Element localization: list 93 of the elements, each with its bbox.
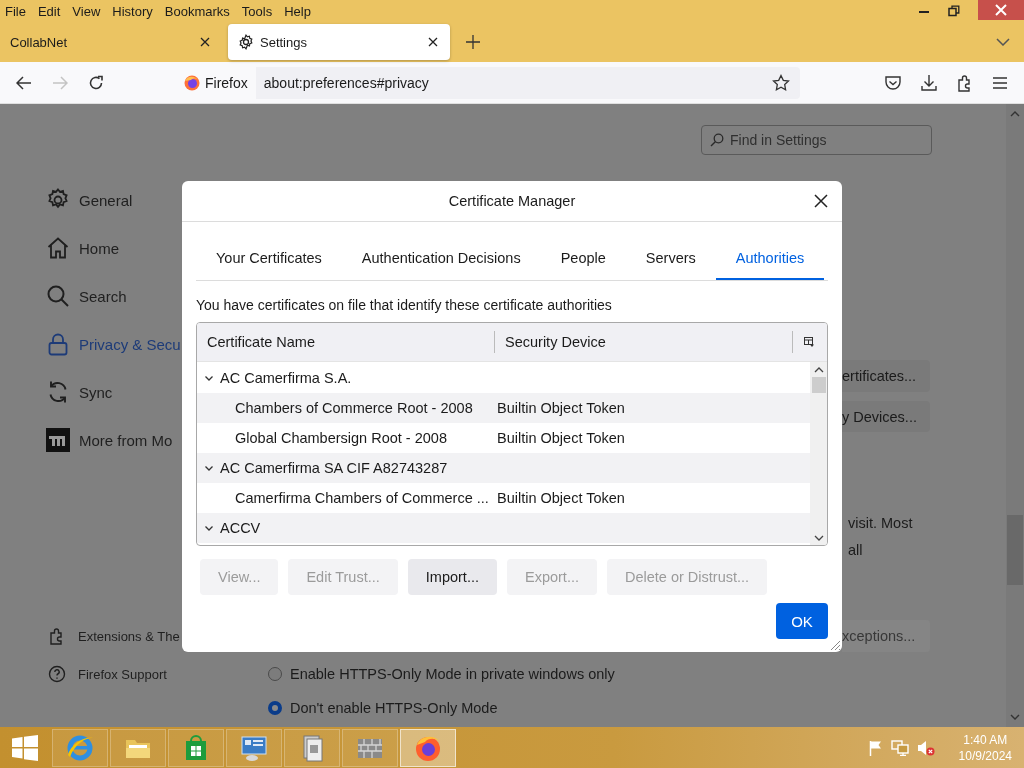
menu-item[interactable]: History (112, 3, 153, 19)
category-item[interactable]: Home (0, 224, 182, 272)
lock-icon (46, 332, 70, 356)
search-icon (710, 133, 724, 147)
taskbar-app[interactable] (400, 728, 456, 767)
menu-item[interactable]: Bookmarks (164, 3, 230, 19)
square-logo-icon (46, 428, 70, 452)
url-bar[interactable]: Firefox about:preferences#privacy (176, 66, 800, 99)
url-text: about:preferences#privacy (263, 74, 429, 91)
footer-link[interactable]: Firefox Support (0, 655, 182, 693)
network-icon[interactable] (890, 739, 909, 756)
identity-box[interactable]: Firefox (176, 66, 256, 99)
description-text: You have certificates on file that identify these certificate authorities (196, 297, 613, 314)
windows-logo-icon[interactable] (12, 734, 38, 761)
close-icon (995, 4, 1007, 16)
menu-item[interactable]: View (72, 3, 101, 19)
ok-button[interactable]: OK (776, 603, 828, 639)
settings-button[interactable]: ertificates... (842, 360, 930, 392)
reload-icon[interactable] (88, 74, 104, 91)
menu-icon[interactable] (992, 75, 1008, 90)
clock-time: 1:40 AM (963, 731, 1008, 748)
tree-row[interactable]: Chambers of Commerce Root - 2008 Builtin Object Token (197, 393, 810, 423)
radio-label: Don't enable HTTPS-Only Mode (290, 700, 498, 716)
close-button[interactable] (978, 0, 1024, 20)
column-header[interactable]: Certificate Name (197, 331, 495, 353)
tree-cell: AC Camerfirma S.A. (220, 370, 352, 386)
radio-label: Enable HTTPS-Only Mode in private windows only (290, 666, 615, 682)
menu-item[interactable]: Edit (37, 3, 61, 19)
category-item[interactable]: More from Mo (0, 416, 182, 464)
search-field[interactable]: Find in Settings (701, 125, 932, 155)
category-item[interactable]: General (0, 176, 182, 224)
dialog-tab[interactable]: Authentication Decisions (341, 238, 541, 280)
category-item[interactable]: Sync (0, 368, 182, 416)
scroll-up-icon[interactable] (813, 366, 824, 373)
column-header[interactable]: Security Device (495, 331, 793, 353)
clock-date: 10/9/2024 (958, 747, 1012, 764)
column-picker-icon[interactable] (804, 337, 814, 347)
muted-speaker-icon[interactable] (916, 739, 935, 756)
settings-button[interactable]: y Devices... (842, 400, 930, 433)
radio-button[interactable] (268, 667, 282, 681)
scroll-down-icon[interactable] (813, 535, 824, 542)
tree-cell-text: Camerfirma Chambers of Commerce ... (234, 490, 490, 506)
menu-item[interactable]: File (5, 3, 26, 19)
close-icon[interactable] (814, 194, 828, 208)
radio-button[interactable] (268, 701, 282, 715)
tree-cell: ACCV (220, 520, 261, 536)
star-icon[interactable] (772, 73, 790, 92)
dialog-title: Certificate Manager (448, 193, 576, 209)
dialog-tab[interactable]: Authorities (715, 238, 825, 280)
tree-cell-text: Chambers of Commerce Root - 2008 (234, 400, 474, 416)
new-tab-icon[interactable] (466, 35, 480, 49)
tree-row[interactable]: ACCV (197, 513, 810, 543)
close-tab-icon[interactable] (200, 37, 210, 47)
dialog-tab[interactable]: Your Certificates (196, 238, 342, 280)
back-arrow-icon[interactable] (16, 75, 32, 90)
pocket-icon[interactable] (884, 74, 902, 91)
browser-tab[interactable]: Settings (228, 24, 450, 60)
tree-cell: AC Camerfirma SA CIF A82743287 (220, 460, 448, 476)
dialog-tab[interactable]: Servers (625, 238, 716, 280)
browser-logo-icon (184, 74, 200, 91)
search-icon (46, 284, 70, 308)
tree-cell: Builtin Object Token (497, 400, 625, 416)
menu-item[interactable]: Help (284, 3, 311, 19)
scroll-thumb[interactable] (811, 377, 826, 393)
category-item[interactable]: Search (0, 272, 182, 320)
footer-link[interactable]: Extensions & The (0, 617, 182, 655)
tree-cell: Builtin Object Token (497, 490, 625, 506)
close-tab-icon[interactable] (428, 37, 438, 47)
taskbar-app[interactable] (284, 728, 340, 767)
restore-icon[interactable] (948, 5, 960, 17)
chevron-icon[interactable] (204, 373, 214, 383)
browser-tab[interactable]: CollabNet (0, 24, 222, 60)
body-text: all (847, 541, 863, 561)
help-icon (48, 665, 66, 683)
home-icon (46, 236, 70, 260)
chevron-down-icon[interactable] (996, 38, 1010, 46)
menu-item[interactable]: Tools (241, 3, 273, 19)
body-text: visit. Most (847, 514, 913, 534)
taskbar-app[interactable] (226, 728, 282, 767)
chevron-icon[interactable] (204, 523, 214, 533)
tree-cell: Builtin Object Token (497, 430, 625, 446)
dialog-tab[interactable]: People (540, 238, 626, 280)
tree-cell-text: Global Chambersign Root - 2008 (234, 430, 448, 446)
gear-icon (238, 34, 254, 50)
taskbar-app[interactable] (110, 728, 166, 767)
download-icon[interactable] (920, 73, 938, 92)
resize-grip-icon[interactable] (829, 639, 841, 651)
scrollbar[interactable] (1006, 104, 1024, 727)
tree-row[interactable]: AC Camerfirma SA CIF A82743287 (197, 453, 810, 483)
chevron-icon[interactable] (204, 463, 214, 473)
dialog-button[interactable]: Import... (407, 559, 497, 595)
taskbar-app[interactable] (168, 728, 224, 767)
scrollbar[interactable] (810, 362, 827, 545)
